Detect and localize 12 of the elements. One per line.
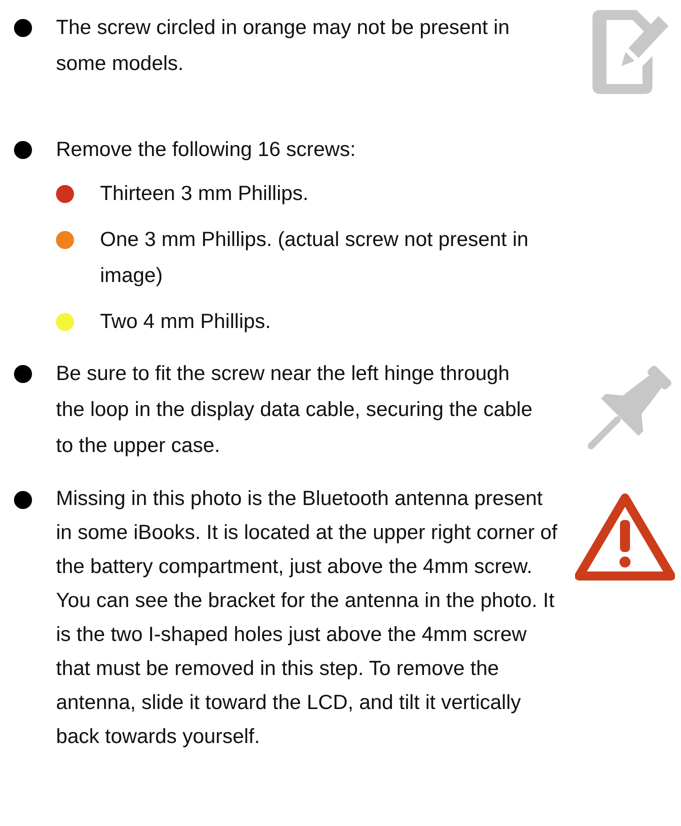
screw-text: Thirteen 3 mm Phillips. [100,181,310,207]
screw-text: Two 4 mm Phillips. [100,309,272,335]
step-text: The screw circled in orange may not be present in some models. [56,15,511,77]
step-text: Remove the following 16 screws: [56,137,357,163]
bullet-dot [14,491,32,509]
warning-icon [575,492,675,582]
step-text: Missing in this photo is the Bluetooth antenna present in some iBooks. It is located at the upper right corner of the battery compartment, just above the 4mm screw. You can see the bracket for the antenna in the photo. It is the two I-shaped holes just above the 4mm screw that must be removed in this step. To remove the antenna, slide it toward the LCD, and tilt it vertically back towards yourself. [56,486,558,750]
bullet-dot [14,141,32,159]
step-text: Be sure to fit the screw near the left hinge through the loop in the display data cable, securing the cable to the upper case. [56,361,534,459]
screw-text: One 3 mm Phillips. (actual screw not present in image) [100,227,530,289]
bullet-dot [14,365,32,383]
bullet-dot [14,19,32,37]
